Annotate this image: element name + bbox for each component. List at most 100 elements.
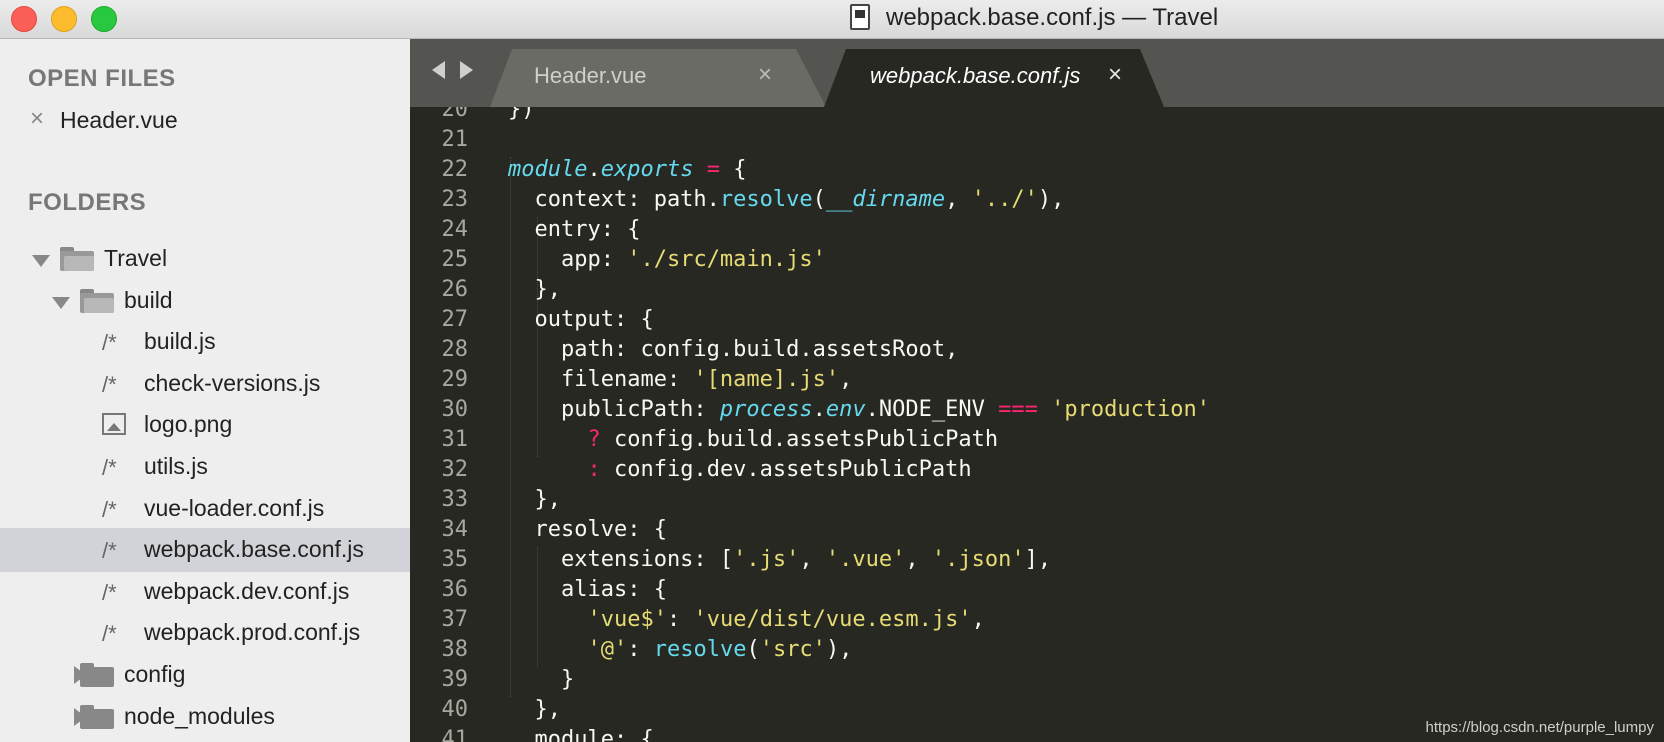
code-line[interactable]: 'vue$': 'vue/dist/vue.esm.js', — [508, 607, 985, 632]
code-line[interactable]: }) — [508, 107, 535, 122]
line-number: 34 — [441, 517, 469, 542]
minimize-window-button[interactable] — [51, 6, 77, 32]
line-number: 25 — [441, 247, 469, 272]
code-token: }, — [508, 277, 561, 302]
code-token: ? — [587, 427, 601, 452]
tab-header-vue[interactable]: Header.vue × — [490, 49, 826, 107]
open-file-item[interactable]: × Header.vue — [0, 99, 410, 143]
code-token: './src/main.js' — [627, 247, 826, 272]
code-token: , — [971, 607, 985, 632]
nav-back-icon[interactable] — [432, 61, 445, 79]
tree-item[interactable]: /* vue-loader.conf.js — [0, 487, 410, 531]
code-line[interactable]: resolve: { — [508, 517, 667, 542]
tab-webpack-base-conf[interactable]: webpack.base.conf.js × — [824, 49, 1164, 107]
code-token: extensions: [ — [508, 547, 734, 572]
code-line[interactable]: }, — [508, 487, 561, 512]
code-line[interactable]: } — [508, 667, 574, 692]
line-number: 35 — [441, 547, 469, 572]
window-title: webpack.base.conf.js — Travel — [886, 4, 1219, 31]
code-token: } — [508, 667, 575, 692]
code-token: . — [812, 397, 826, 422]
disclosure-open-icon[interactable] — [52, 296, 70, 309]
code-token: publicPath: — [508, 397, 720, 422]
tree-item[interactable]: /* webpack.dev.conf.js — [0, 570, 410, 614]
code-line[interactable]: }, — [508, 697, 561, 722]
code-token: entry: { — [508, 217, 641, 242]
code-line[interactable]: output: { — [508, 307, 653, 332]
code-token: module: { — [508, 727, 654, 742]
sidebar: OPEN FILES × Header.vue FOLDERS Travel bu… — [0, 39, 410, 742]
line-number: 27 — [441, 307, 469, 332]
code-line[interactable]: app: './src/main.js' — [508, 247, 826, 272]
js-file-icon: /* — [102, 579, 117, 605]
code-line[interactable]: context: path.resolve(__dirname, '../'), — [508, 187, 1064, 212]
code-token: 'production' — [1051, 397, 1211, 422]
code-line[interactable]: entry: { — [508, 217, 640, 242]
js-file-icon: /* — [102, 455, 117, 480]
line-number: 28 — [441, 337, 469, 362]
code-line[interactable]: extensions: ['.js', '.vue', '.json'], — [508, 547, 1051, 572]
line-number: 41 — [441, 727, 469, 742]
code-token: , — [839, 367, 853, 392]
code-token: '../' — [971, 187, 1038, 212]
code-token: ), — [825, 637, 853, 662]
code-line[interactable]: : config.dev.assetsPublicPath — [508, 457, 971, 482]
tree-item[interactable]: config — [0, 653, 410, 697]
tree-item-label: config — [124, 661, 186, 687]
code-line[interactable]: filename: '[name].js', — [508, 367, 852, 392]
js-file-icon: /* — [102, 330, 117, 356]
code-line[interactable]: module: { — [508, 727, 654, 742]
close-window-button[interactable] — [11, 6, 37, 32]
tree-item-label: Travel — [104, 245, 168, 271]
tree-item[interactable]: /* check-versions.js — [0, 362, 410, 406]
code-line[interactable]: }, — [508, 277, 561, 302]
code-token: : — [587, 457, 601, 482]
tree-item-label: check-versions.js — [144, 369, 321, 396]
tree-item[interactable]: /* build.js — [0, 320, 410, 364]
tree-item-label: webpack.dev.conf.js — [144, 577, 350, 604]
tree-item[interactable]: logo.png — [0, 403, 410, 447]
code-token: app: — [508, 247, 628, 272]
line-number: 21 — [441, 127, 469, 152]
code-token: resolve: { — [508, 517, 667, 542]
tree-item-label: utils.js — [144, 453, 208, 479]
code-line[interactable]: publicPath: process.env.NODE_ENV === 'pr… — [508, 397, 1210, 422]
code-token: config.build.assetsPublicPath — [600, 427, 999, 452]
code-editor[interactable]: 20}) 21 22 module.exports = {23 context: pa… — [410, 107, 1664, 742]
code-token: alias: { — [508, 577, 667, 602]
code-token: '.js' — [733, 547, 800, 572]
tab-bar: Header.vue × webpack.base.conf.js × — [410, 39, 1664, 107]
code-token: = — [706, 157, 720, 182]
close-icon[interactable]: × — [30, 105, 44, 133]
zoom-window-button[interactable] — [91, 6, 117, 32]
code-token: { — [719, 157, 747, 182]
code-line[interactable]: path: config.build.assetsRoot, — [508, 337, 958, 362]
tree-item[interactable]: /* webpack.prod.conf.js — [0, 611, 410, 655]
nav-forward-icon[interactable] — [460, 61, 473, 79]
code-line[interactable]: ? config.build.assetsPublicPath — [508, 427, 998, 452]
tab-close-icon[interactable]: × — [1108, 61, 1122, 89]
disclosure-open-icon[interactable] — [32, 255, 50, 267]
code-line[interactable]: alias: { — [508, 577, 667, 602]
code-token: exports — [600, 157, 694, 182]
code-line[interactable]: '@': resolve('src'), — [508, 637, 852, 662]
line-number: 38 — [441, 637, 469, 662]
tree-item-label: logo.png — [144, 411, 233, 438]
code-token: module — [508, 157, 588, 182]
code-token: 'vue$' — [587, 607, 667, 632]
code-token: '[name].js' — [693, 367, 840, 392]
code-token: context: path. — [508, 187, 720, 212]
code-token: filename: — [508, 367, 694, 392]
tree-item[interactable]: /* webpack.base.conf.js — [0, 528, 410, 573]
tree-item[interactable]: node_modules — [0, 695, 410, 739]
tree-item[interactable]: build — [0, 279, 410, 323]
tree-item[interactable]: Travel — [0, 237, 410, 281]
tree-item[interactable]: /* utils.js — [0, 445, 410, 489]
line-number: 40 — [441, 697, 469, 722]
code-token: .NODE_ENV — [865, 397, 999, 422]
folder-icon — [80, 704, 114, 729]
code-line[interactable]: module.exports = { — [508, 157, 746, 182]
tab-close-icon[interactable]: × — [758, 61, 772, 89]
